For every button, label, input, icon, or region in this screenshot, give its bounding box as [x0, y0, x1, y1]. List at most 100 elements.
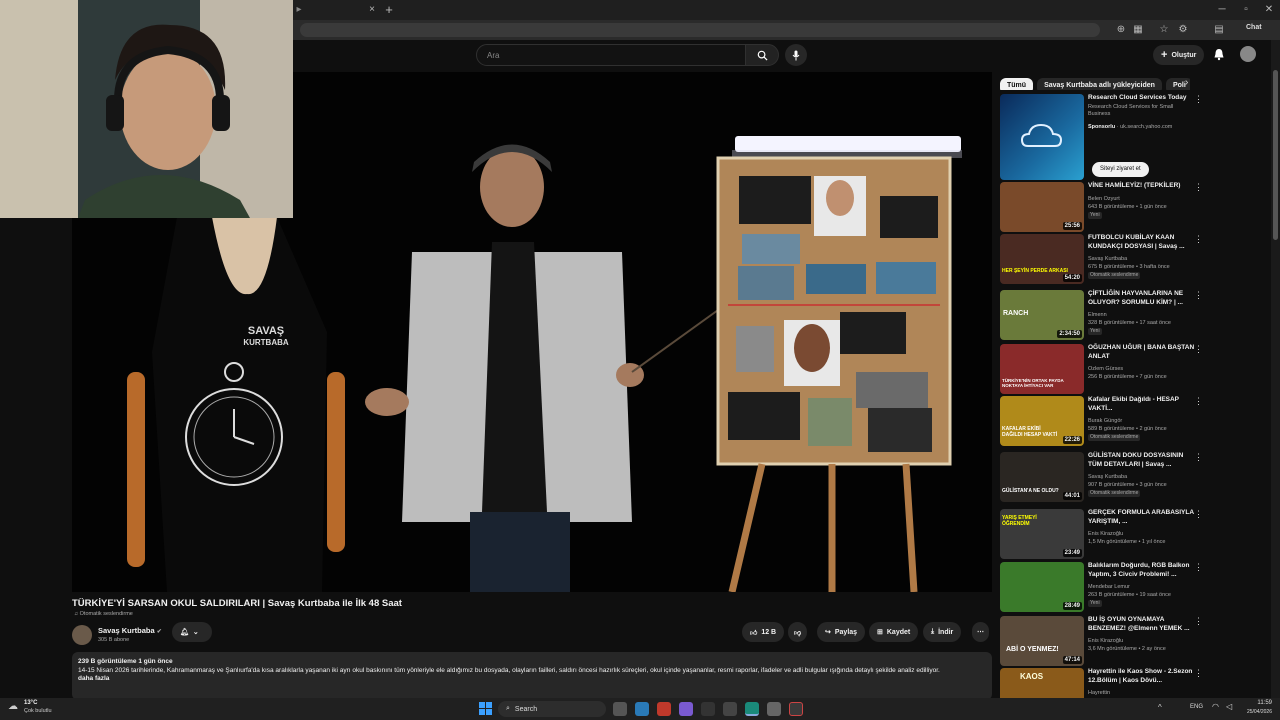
- channel-name[interactable]: Savaş Kurtbaba ✔: [98, 626, 162, 635]
- weather-temp[interactable]: 13°C: [24, 700, 37, 706]
- app-icon[interactable]: [723, 702, 737, 716]
- avatar[interactable]: [1240, 46, 1256, 62]
- download-button[interactable]: ⤓ İndir: [923, 622, 962, 642]
- telegram-icon[interactable]: [635, 702, 649, 716]
- more-options-icon[interactable]: ⋮: [1194, 562, 1203, 573]
- channel-name: Savaş Kurtbaba: [1088, 256, 1128, 262]
- wifi-icon[interactable]: ◠: [1212, 702, 1219, 711]
- extensions-icon[interactable]: ⚙: [1177, 24, 1189, 36]
- recommendation-item[interactable]: HER ŞEYİN PERDE ARKASI 54:20 FUTBOLCU KUB…: [1000, 234, 1203, 286]
- minimize-icon[interactable]: ─: [1216, 4, 1228, 16]
- recommendation-item[interactable]: 28:49 Balıklarım Doğurdu, RGB Balkon Yap…: [1000, 562, 1203, 614]
- more-options-icon[interactable]: ⋮: [1194, 452, 1203, 463]
- more-options-icon[interactable]: ⋮: [1194, 509, 1203, 520]
- description-box[interactable]: 239 B görüntüleme 1 gün önce 14-15 Nisan…: [72, 652, 992, 700]
- create-button[interactable]: + Oluştur: [1153, 45, 1205, 65]
- views-date: 239 B görüntüleme 1 gün önce: [78, 658, 173, 665]
- translate-icon[interactable]: ⊕: [1115, 24, 1127, 36]
- view-meta: 675 B görüntüleme • 3 hafta önce: [1088, 264, 1170, 270]
- channel-name: Enis Kirazoğlu: [1088, 531, 1124, 537]
- favorite-star-icon[interactable]: ☆: [1158, 24, 1170, 36]
- apps-icon[interactable]: ▦: [1132, 24, 1144, 36]
- recommendation-item[interactable]: RANCH 2:34:50 ÇİFTLİĞİN HAYVANLARINA NE O…: [1000, 290, 1203, 342]
- search-button[interactable]: [745, 44, 779, 66]
- weather-desc[interactable]: Çok bulutlu: [24, 708, 52, 714]
- more-options-icon[interactable]: ⋮: [1194, 182, 1203, 193]
- search-input[interactable]: Ara: [476, 44, 746, 66]
- auto-dub-badge: Otomatik seslendirme: [1088, 272, 1141, 279]
- recommendation-item[interactable]: KAOS Hayrettin ile Kaos Show - 2.Sezon 1…: [1000, 668, 1203, 702]
- show-more-link[interactable]: daha fazla: [78, 675, 986, 684]
- page-scrollbar[interactable]: [1271, 40, 1280, 698]
- presenter-head: [480, 147, 544, 227]
- save-button[interactable]: ⊞ Kaydet: [869, 622, 919, 642]
- close-window-icon[interactable]: ✕: [1263, 4, 1275, 16]
- video-thumbnail: KAFALAR EKİBİ DAĞILDI HESAP VAKTİ 22:26: [1000, 396, 1084, 446]
- recommendation-item[interactable]: ABİ O YENMEZ! 47:14 BU İŞ OYUN OYNAMAYA B…: [1000, 616, 1203, 668]
- maximize-icon[interactable]: ▫: [1240, 4, 1252, 16]
- visit-site-button[interactable]: Siteyi ziyaret et: [1092, 162, 1149, 177]
- windows-taskbar: ☁ 13°C Çok bulutlu ⌕ Search ^ ENG ◠ ◁ 11:…: [0, 698, 1280, 720]
- language-indicator[interactable]: ENG: [1190, 704, 1203, 710]
- more-actions-button[interactable]: ⋯: [972, 622, 989, 642]
- more-options-icon[interactable]: ⋮: [1194, 344, 1203, 355]
- more-options-icon[interactable]: ⋮: [1194, 234, 1203, 245]
- video-title: ÇİFTLİĞİN HAYVANLARINA NE OLUYOR? SORUML…: [1088, 290, 1184, 306]
- recommendation-item[interactable]: KAFALAR EKİBİ DAĞILDI HESAP VAKTİ 22:26 K…: [1000, 396, 1203, 448]
- discord-icon[interactable]: [679, 702, 693, 716]
- new-tab-button[interactable]: +: [383, 3, 395, 16]
- subscribe-bell-button[interactable]: 🔔︎ ⌄: [172, 622, 212, 642]
- task-view-icon[interactable]: [613, 702, 627, 716]
- copilot-label[interactable]: Chat: [1246, 24, 1262, 31]
- taskbar-search-label: Search: [514, 705, 538, 713]
- channel-avatar[interactable]: [72, 625, 92, 645]
- volume-icon[interactable]: ◁: [1226, 702, 1232, 711]
- voice-search-button[interactable]: [785, 44, 807, 66]
- video-title: OĞUZHAN UĞUR | BANA BAŞTAN ANLAT: [1088, 344, 1195, 360]
- clock-time[interactable]: 11:59: [1240, 700, 1272, 706]
- more-options-icon[interactable]: ⋮: [1194, 290, 1203, 301]
- collections-icon[interactable]: ▤: [1213, 24, 1225, 36]
- close-tab-button[interactable]: ×: [366, 4, 378, 16]
- channel-name: Burak Güngör: [1088, 418, 1123, 424]
- notifications-bell-icon[interactable]: [1213, 48, 1225, 61]
- more-options-icon[interactable]: ⋮: [1194, 396, 1203, 407]
- url-field[interactable]: [300, 23, 1100, 37]
- auto-dub-label: ♫ Otomatik seslendirme: [74, 611, 133, 617]
- thumbnail-text: HER ŞEYİN PERDE ARKASI: [1002, 268, 1068, 274]
- more-options-icon[interactable]: ⋮: [1194, 616, 1203, 627]
- tray-chevron-icon[interactable]: ^: [1158, 703, 1162, 712]
- more-options-icon[interactable]: ⋮: [1194, 668, 1203, 679]
- auto-dub-badge: Otomatik seslendirme: [1088, 434, 1141, 441]
- app-icon[interactable]: [767, 702, 781, 716]
- recommendation-item[interactable]: YARIŞ ETMEYİ ÖĞRENDİM 23:49 GERÇEK FORMUL…: [1000, 509, 1203, 561]
- view-meta: 263 B görüntüleme • 19 saat önce: [1088, 592, 1171, 598]
- video-title: TÜRKİYE'Yİ SARSAN OKUL SALDIRILARI | Sav…: [72, 598, 402, 609]
- recommendation-item[interactable]: TÜRKİYE'NİN ORTAK PAYDA NOKTAYA İHTİYACI…: [1000, 344, 1203, 396]
- recommendation-item[interactable]: 25:56 VİNE HAMİLEYİZ! (TEPKİLER) Belen Ö…: [1000, 182, 1203, 234]
- duration-badge: 44:01: [1062, 492, 1082, 500]
- app-icon[interactable]: [789, 702, 803, 716]
- mannequin-right-arm: [327, 372, 345, 552]
- taskbar-search[interactable]: ⌕ Search: [498, 701, 606, 717]
- ad-item[interactable]: Research Cloud Services Today Research C…: [1000, 94, 1203, 182]
- dislike-button[interactable]: 👎︎: [788, 622, 808, 642]
- more-options-icon[interactable]: ⋮: [1194, 94, 1203, 105]
- scrollbar-thumb[interactable]: [1273, 70, 1278, 240]
- windows-start-icon[interactable]: [479, 702, 492, 715]
- share-button[interactable]: ↪ Paylaş: [817, 622, 866, 642]
- clock-date[interactable]: 25/04/2026: [1238, 709, 1272, 715]
- red-app-icon[interactable]: [657, 702, 671, 716]
- app-icon[interactable]: [701, 702, 715, 716]
- view-meta: 643 B görüntüleme • 1 gün önce: [1088, 204, 1167, 210]
- like-button[interactable]: 👍︎ 12 B: [742, 622, 785, 642]
- presenter-pants: [470, 512, 570, 592]
- edge-browser-icon[interactable]: [745, 702, 759, 716]
- recommendations-sidebar: Research Cloud Services Today Research C…: [1000, 72, 1270, 702]
- ad-thumbnail: [1000, 94, 1084, 180]
- video-title: VİNE HAMİLEYİZ! (TEPKİLER): [1088, 182, 1181, 189]
- subscriber-count: 305 B abone: [98, 637, 130, 643]
- recommendation-item[interactable]: GÜLİSTAN'A NE OLDU? 44:01 GÜLİSTAN DOKU D…: [1000, 452, 1203, 504]
- share-icon: ↪: [825, 629, 831, 636]
- microphone-icon: [792, 50, 800, 60]
